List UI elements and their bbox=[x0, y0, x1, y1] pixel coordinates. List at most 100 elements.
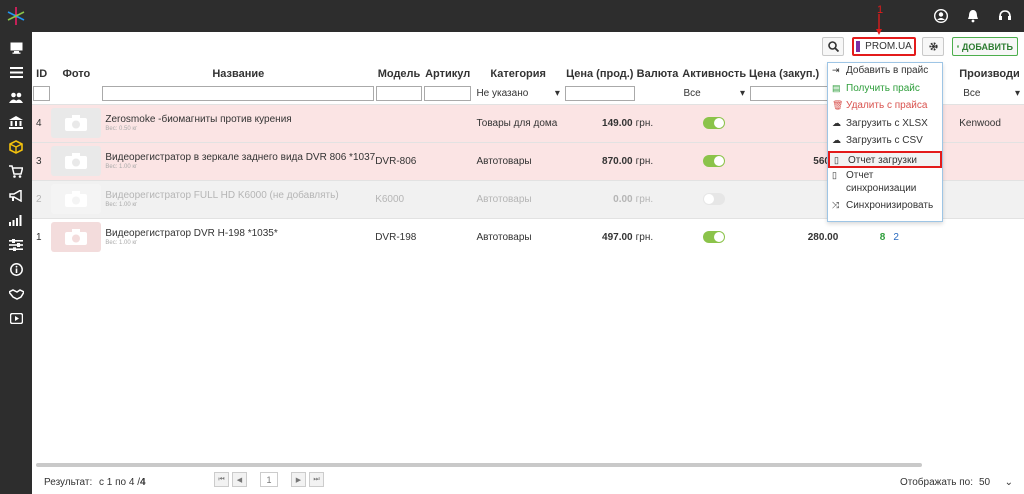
file-icon: ▯ bbox=[834, 154, 839, 165]
prev-page-icon[interactable]: ◀ bbox=[232, 472, 247, 487]
col-header-name[interactable]: Название bbox=[101, 64, 375, 84]
filter-name-input[interactable] bbox=[102, 86, 375, 102]
chevron-down-icon: ⌄ bbox=[1004, 476, 1013, 488]
camera-icon bbox=[51, 146, 102, 176]
horizontal-scrollbar[interactable] bbox=[36, 463, 922, 467]
row-name[interactable]: Видеорегистратор DVR H-198 *1035* bbox=[105, 228, 375, 239]
col-header-model[interactable]: Модель bbox=[375, 64, 423, 84]
table-footer: Результат: с 1 по 4 / 4 ⏮ ◀ 1 ▶ ⏭ Отобра… bbox=[32, 472, 1024, 494]
col-header-article[interactable]: Артикул bbox=[423, 64, 473, 84]
row-price: 497.00 bbox=[563, 217, 636, 256]
menu-item-label: Добавить в прайс bbox=[846, 65, 929, 76]
monitor-icon[interactable] bbox=[0, 36, 32, 61]
cloud-upload-icon: ☁ bbox=[832, 117, 841, 128]
result-label: Результат: bbox=[44, 477, 93, 488]
prom-ua-label: PROM.UA bbox=[865, 41, 912, 52]
row-weight: Вес: 1.00 кг bbox=[105, 164, 138, 170]
row-price: 870.00 bbox=[563, 141, 636, 180]
search-button[interactable] bbox=[822, 37, 844, 56]
page-number-input[interactable]: 1 bbox=[260, 472, 278, 487]
filter-price-input[interactable] bbox=[564, 86, 635, 102]
row-max[interactable]: 2 bbox=[893, 217, 960, 256]
next-page-icon[interactable]: ▶ bbox=[291, 472, 306, 487]
file-icon: ▯ bbox=[832, 169, 837, 180]
chart-icon[interactable] bbox=[0, 208, 32, 233]
row-producer bbox=[959, 217, 1024, 256]
row-category: Автотовары bbox=[472, 217, 564, 256]
menu-item-label: Загрузить с XLSX bbox=[846, 117, 928, 129]
activity-toggle[interactable] bbox=[703, 155, 726, 167]
row-model: DVR-198 bbox=[375, 217, 423, 256]
row-name[interactable]: Zerosmoke -биомагниты против курения bbox=[105, 114, 375, 125]
per-page-select[interactable]: 50 ⌄ bbox=[976, 474, 1016, 490]
first-page-icon[interactable]: ⏮ bbox=[214, 472, 229, 487]
list-icon[interactable] bbox=[0, 61, 32, 86]
menu-item-get-price[interactable]: ▤ Получить прайс bbox=[828, 81, 942, 99]
headset-icon[interactable] bbox=[996, 7, 1014, 25]
filter-category-select[interactable]: Не указано ▾ bbox=[473, 86, 562, 101]
bell-icon[interactable] bbox=[964, 7, 982, 25]
settings-button[interactable] bbox=[922, 37, 944, 56]
col-header-active[interactable]: Активность bbox=[679, 64, 749, 84]
menu-item-synchronize[interactable]: ⤨ Синхронизировать bbox=[828, 198, 942, 216]
megaphone-icon[interactable] bbox=[0, 184, 32, 209]
logo-icon[interactable] bbox=[4, 4, 28, 28]
col-header-id[interactable]: ID bbox=[32, 64, 51, 84]
filter-article-input[interactable] bbox=[423, 86, 472, 102]
activity-toggle[interactable] bbox=[703, 231, 726, 244]
main-content: PROM.UA ДОБАВИТЬ 1 2 ID Фото Название Мо… bbox=[32, 4, 1024, 494]
row-id: 3 bbox=[32, 141, 52, 180]
filter-id-input[interactable] bbox=[33, 86, 51, 102]
menu-item-sync-report[interactable]: ▯ Отчет синхронизации bbox=[828, 168, 942, 198]
row-id: 2 bbox=[32, 179, 52, 218]
menu-item-upload-report[interactable]: ▯ Отчет загрузки bbox=[828, 150, 942, 168]
users-icon[interactable] bbox=[0, 85, 32, 110]
filter-model-input[interactable] bbox=[376, 86, 422, 102]
row-weight: Вес: 0.50 кг bbox=[105, 126, 138, 132]
col-header-price[interactable]: Цена (прод.) bbox=[564, 64, 636, 84]
row-producer: Kenwood bbox=[959, 103, 1024, 142]
filter-producer-select[interactable]: Все ▾ bbox=[960, 86, 1023, 101]
video-icon[interactable] bbox=[0, 307, 32, 332]
user-icon[interactable] bbox=[932, 7, 950, 25]
camera-icon bbox=[51, 108, 102, 138]
menu-item-add-to-price[interactable]: ⇥ Добавить в прайс bbox=[828, 63, 942, 81]
sliders-icon[interactable] bbox=[0, 233, 32, 258]
row-currency: грн. bbox=[635, 179, 680, 218]
menu-item-upload-csv[interactable]: ☁ Загрузить с CSV bbox=[828, 133, 942, 151]
filter-active-select[interactable]: Все ▾ bbox=[680, 86, 748, 101]
result-range: с 1 по 4 / bbox=[99, 477, 140, 488]
handshake-icon[interactable] bbox=[0, 282, 32, 307]
bank-icon[interactable] bbox=[0, 110, 32, 135]
prom-ua-dropdown-menu: ⇥ Добавить в прайс ▤ Получить прайс 🗑 Удали… bbox=[827, 62, 943, 222]
filter-category-value: Не указано bbox=[476, 88, 529, 100]
activity-toggle[interactable] bbox=[703, 193, 726, 205]
col-header-currency[interactable]: Валюта bbox=[636, 64, 680, 84]
row-price: 149.00 bbox=[563, 103, 636, 142]
menu-item-upload-xlsx[interactable]: ☁ Загрузить с XLSX bbox=[828, 116, 942, 134]
col-header-category[interactable]: Категория bbox=[472, 64, 563, 84]
row-name[interactable]: Видеорегистратор FULL HD K6000 (не добав… bbox=[105, 190, 375, 201]
box-icon[interactable] bbox=[0, 134, 32, 159]
annotation-arrow-1 bbox=[876, 14, 882, 35]
row-stock[interactable]: 8 bbox=[841, 217, 894, 256]
activity-toggle[interactable] bbox=[703, 117, 726, 129]
row-category: Товары для дома bbox=[472, 103, 564, 142]
filter-producer-value: Все bbox=[963, 88, 981, 100]
col-header-photo: Фото bbox=[62, 68, 91, 80]
menu-item-remove-from-price[interactable]: 🗑 Удалить с прайса bbox=[828, 98, 942, 116]
shuffle-icon: ⤨ bbox=[832, 199, 840, 210]
pagination: ⏮ ◀ 1 ▶ ⏭ bbox=[214, 472, 324, 487]
row-model: K6000 bbox=[375, 179, 423, 218]
row-currency: грн. bbox=[635, 141, 680, 180]
col-header-producer[interactable]: Производи bbox=[959, 64, 1024, 84]
add-button[interactable]: ДОБАВИТЬ bbox=[952, 37, 1018, 56]
cart-icon[interactable] bbox=[0, 159, 32, 184]
table-row[interactable]: 1 Видеорегистратор DVR H-198 *1035* Вес: … bbox=[32, 217, 1024, 256]
row-name[interactable]: Видеорегистратор в зеркале заднего вида … bbox=[105, 152, 375, 163]
menu-item-label: Удалить с прайса bbox=[846, 100, 928, 111]
info-icon[interactable] bbox=[0, 257, 32, 282]
last-page-icon[interactable]: ⏭ bbox=[309, 472, 324, 487]
prom-ua-button[interactable]: PROM.UA bbox=[852, 37, 916, 56]
row-category: Автотовары bbox=[472, 179, 564, 218]
